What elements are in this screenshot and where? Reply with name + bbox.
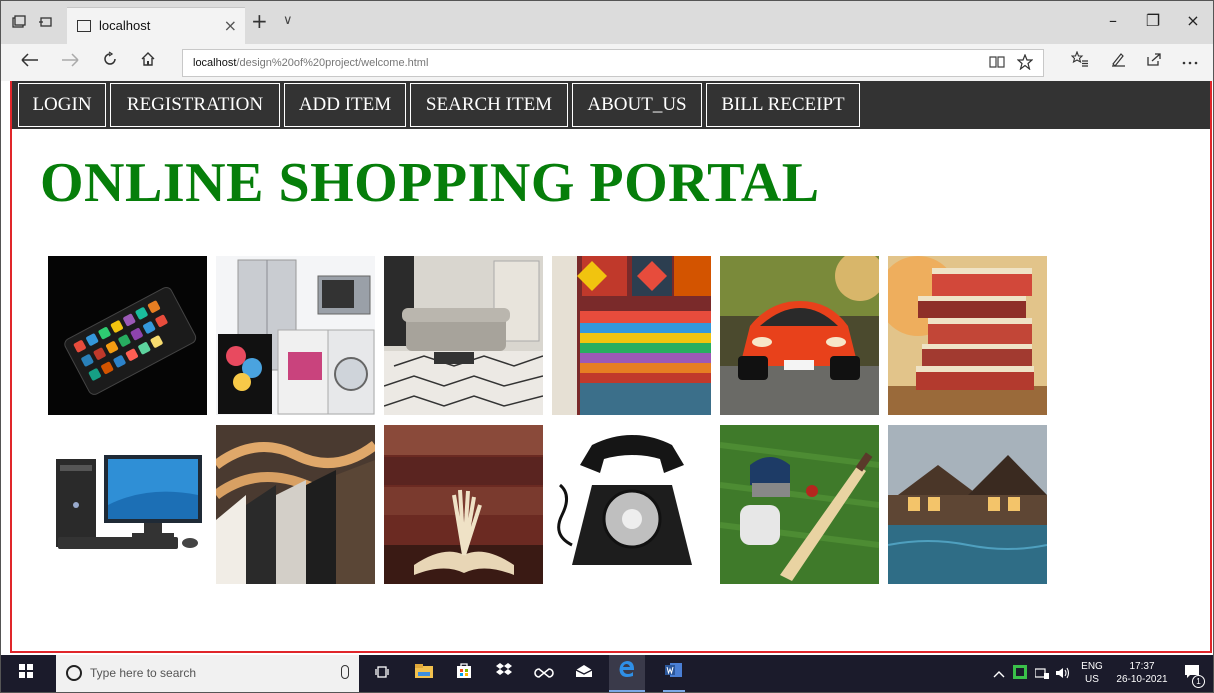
notification-count: 1 <box>1192 675 1205 688</box>
nav-bill-receipt[interactable]: BILL RECEIPT <box>706 83 860 127</box>
word-active-indicator <box>663 690 685 692</box>
nav-login[interactable]: LOGIN <box>18 83 106 127</box>
windows-start-icon[interactable] <box>11 655 41 692</box>
edge-active-indicator <box>609 690 645 692</box>
cortana-icon <box>66 665 82 681</box>
url-field[interactable]: localhost/design%20of%20project/welcome.… <box>182 49 1044 77</box>
address-bar-row: localhost/design%20of%20project/welcome.… <box>1 44 1213 81</box>
minimize-icon[interactable]: – <box>1093 11 1133 30</box>
sports-car-image <box>720 256 879 415</box>
top-navigation: LOGIN REGISTRATION ADD ITEM SEARCH ITEM … <box>12 81 1210 129</box>
home-icon[interactable] <box>135 50 161 74</box>
store-icon[interactable] <box>451 655 477 692</box>
taskbar-search-box[interactable]: Type here to search <box>56 655 359 692</box>
tab-menu-chevron-icon[interactable]: ∨ <box>283 13 293 28</box>
nav-registration[interactable]: REGISTRATION <box>110 83 280 127</box>
clock-date: 26-10-2021 <box>1116 674 1168 685</box>
favorites-hub-icon[interactable] <box>1067 50 1093 71</box>
dropbox-icon[interactable] <box>491 655 517 692</box>
refresh-icon[interactable] <box>97 50 123 74</box>
microphone-icon[interactable] <box>341 665 349 679</box>
network-icon[interactable] <box>1034 667 1049 682</box>
back-tabs-icon[interactable] <box>37 15 53 31</box>
appliances-image <box>216 256 375 415</box>
infinity-app-icon[interactable] <box>531 655 557 692</box>
url-text: localhost/design%20of%20project/welcome.… <box>193 57 429 69</box>
reading-view-icon[interactable] <box>989 54 1005 73</box>
books-stack-image <box>888 256 1047 415</box>
browser-tab-bar: localhost × + ∨ – ❐ × <box>1 1 1213 44</box>
cricket-gear-image <box>720 425 879 584</box>
tab-close-icon[interactable]: × <box>224 16 237 35</box>
page-icon <box>77 20 91 32</box>
app-tray-icon[interactable] <box>1013 665 1027 682</box>
rotary-telephone-image <box>552 425 711 584</box>
volume-icon[interactable] <box>1055 667 1071 682</box>
close-window-icon[interactable]: × <box>1173 11 1213 30</box>
forward-arrow-icon[interactable] <box>57 50 83 74</box>
clock[interactable]: 17:37 26-10-2021 <box>1111 660 1173 686</box>
smartphone-image <box>48 256 207 415</box>
clock-time: 17:37 <box>1129 661 1155 672</box>
page-viewport: LOGIN REGISTRATION ADD ITEM SEARCH ITEM … <box>10 81 1212 653</box>
browser-tab[interactable]: localhost × <box>67 7 245 44</box>
favorite-star-icon[interactable] <box>1016 53 1034 74</box>
open-book-image <box>384 425 543 584</box>
edge-browser-icon[interactable] <box>609 655 645 692</box>
desktop-computer-image <box>48 425 207 584</box>
tab-actions-icon[interactable] <box>11 15 27 31</box>
file-explorer-icon[interactable] <box>411 655 437 692</box>
nav-about-us[interactable]: ABOUT_US <box>572 83 702 127</box>
web-note-icon[interactable] <box>1105 51 1131 71</box>
nav-add-item[interactable]: ADD ITEM <box>284 83 406 127</box>
notifications-icon[interactable]: 1 <box>1181 664 1205 688</box>
living-room-image <box>384 256 543 415</box>
page-title: ONLINE SHOPPING PORTAL <box>40 152 820 214</box>
share-icon[interactable] <box>1141 51 1167 71</box>
textiles-image <box>552 256 711 415</box>
more-options-icon[interactable] <box>1177 51 1203 70</box>
show-hidden-icons-chevron-icon[interactable] <box>993 667 1005 681</box>
restore-icon[interactable]: ❐ <box>1133 11 1173 30</box>
task-view-icon[interactable] <box>369 655 395 692</box>
nav-search-item[interactable]: SEARCH ITEM <box>410 83 568 127</box>
word-icon[interactable] <box>661 655 687 692</box>
search-placeholder: Type here to search <box>90 666 197 680</box>
windows-taskbar: Type here to search ENG US 17:37 26-10-2… <box>1 655 1213 692</box>
language-indicator[interactable]: ENG US <box>1077 660 1107 686</box>
villa-pool-image <box>888 425 1047 584</box>
clothes-rack-image <box>216 425 375 584</box>
back-arrow-icon[interactable] <box>17 50 43 74</box>
tab-title: localhost <box>99 18 151 33</box>
mail-icon[interactable] <box>571 655 597 692</box>
new-tab-icon[interactable]: + <box>251 11 268 31</box>
